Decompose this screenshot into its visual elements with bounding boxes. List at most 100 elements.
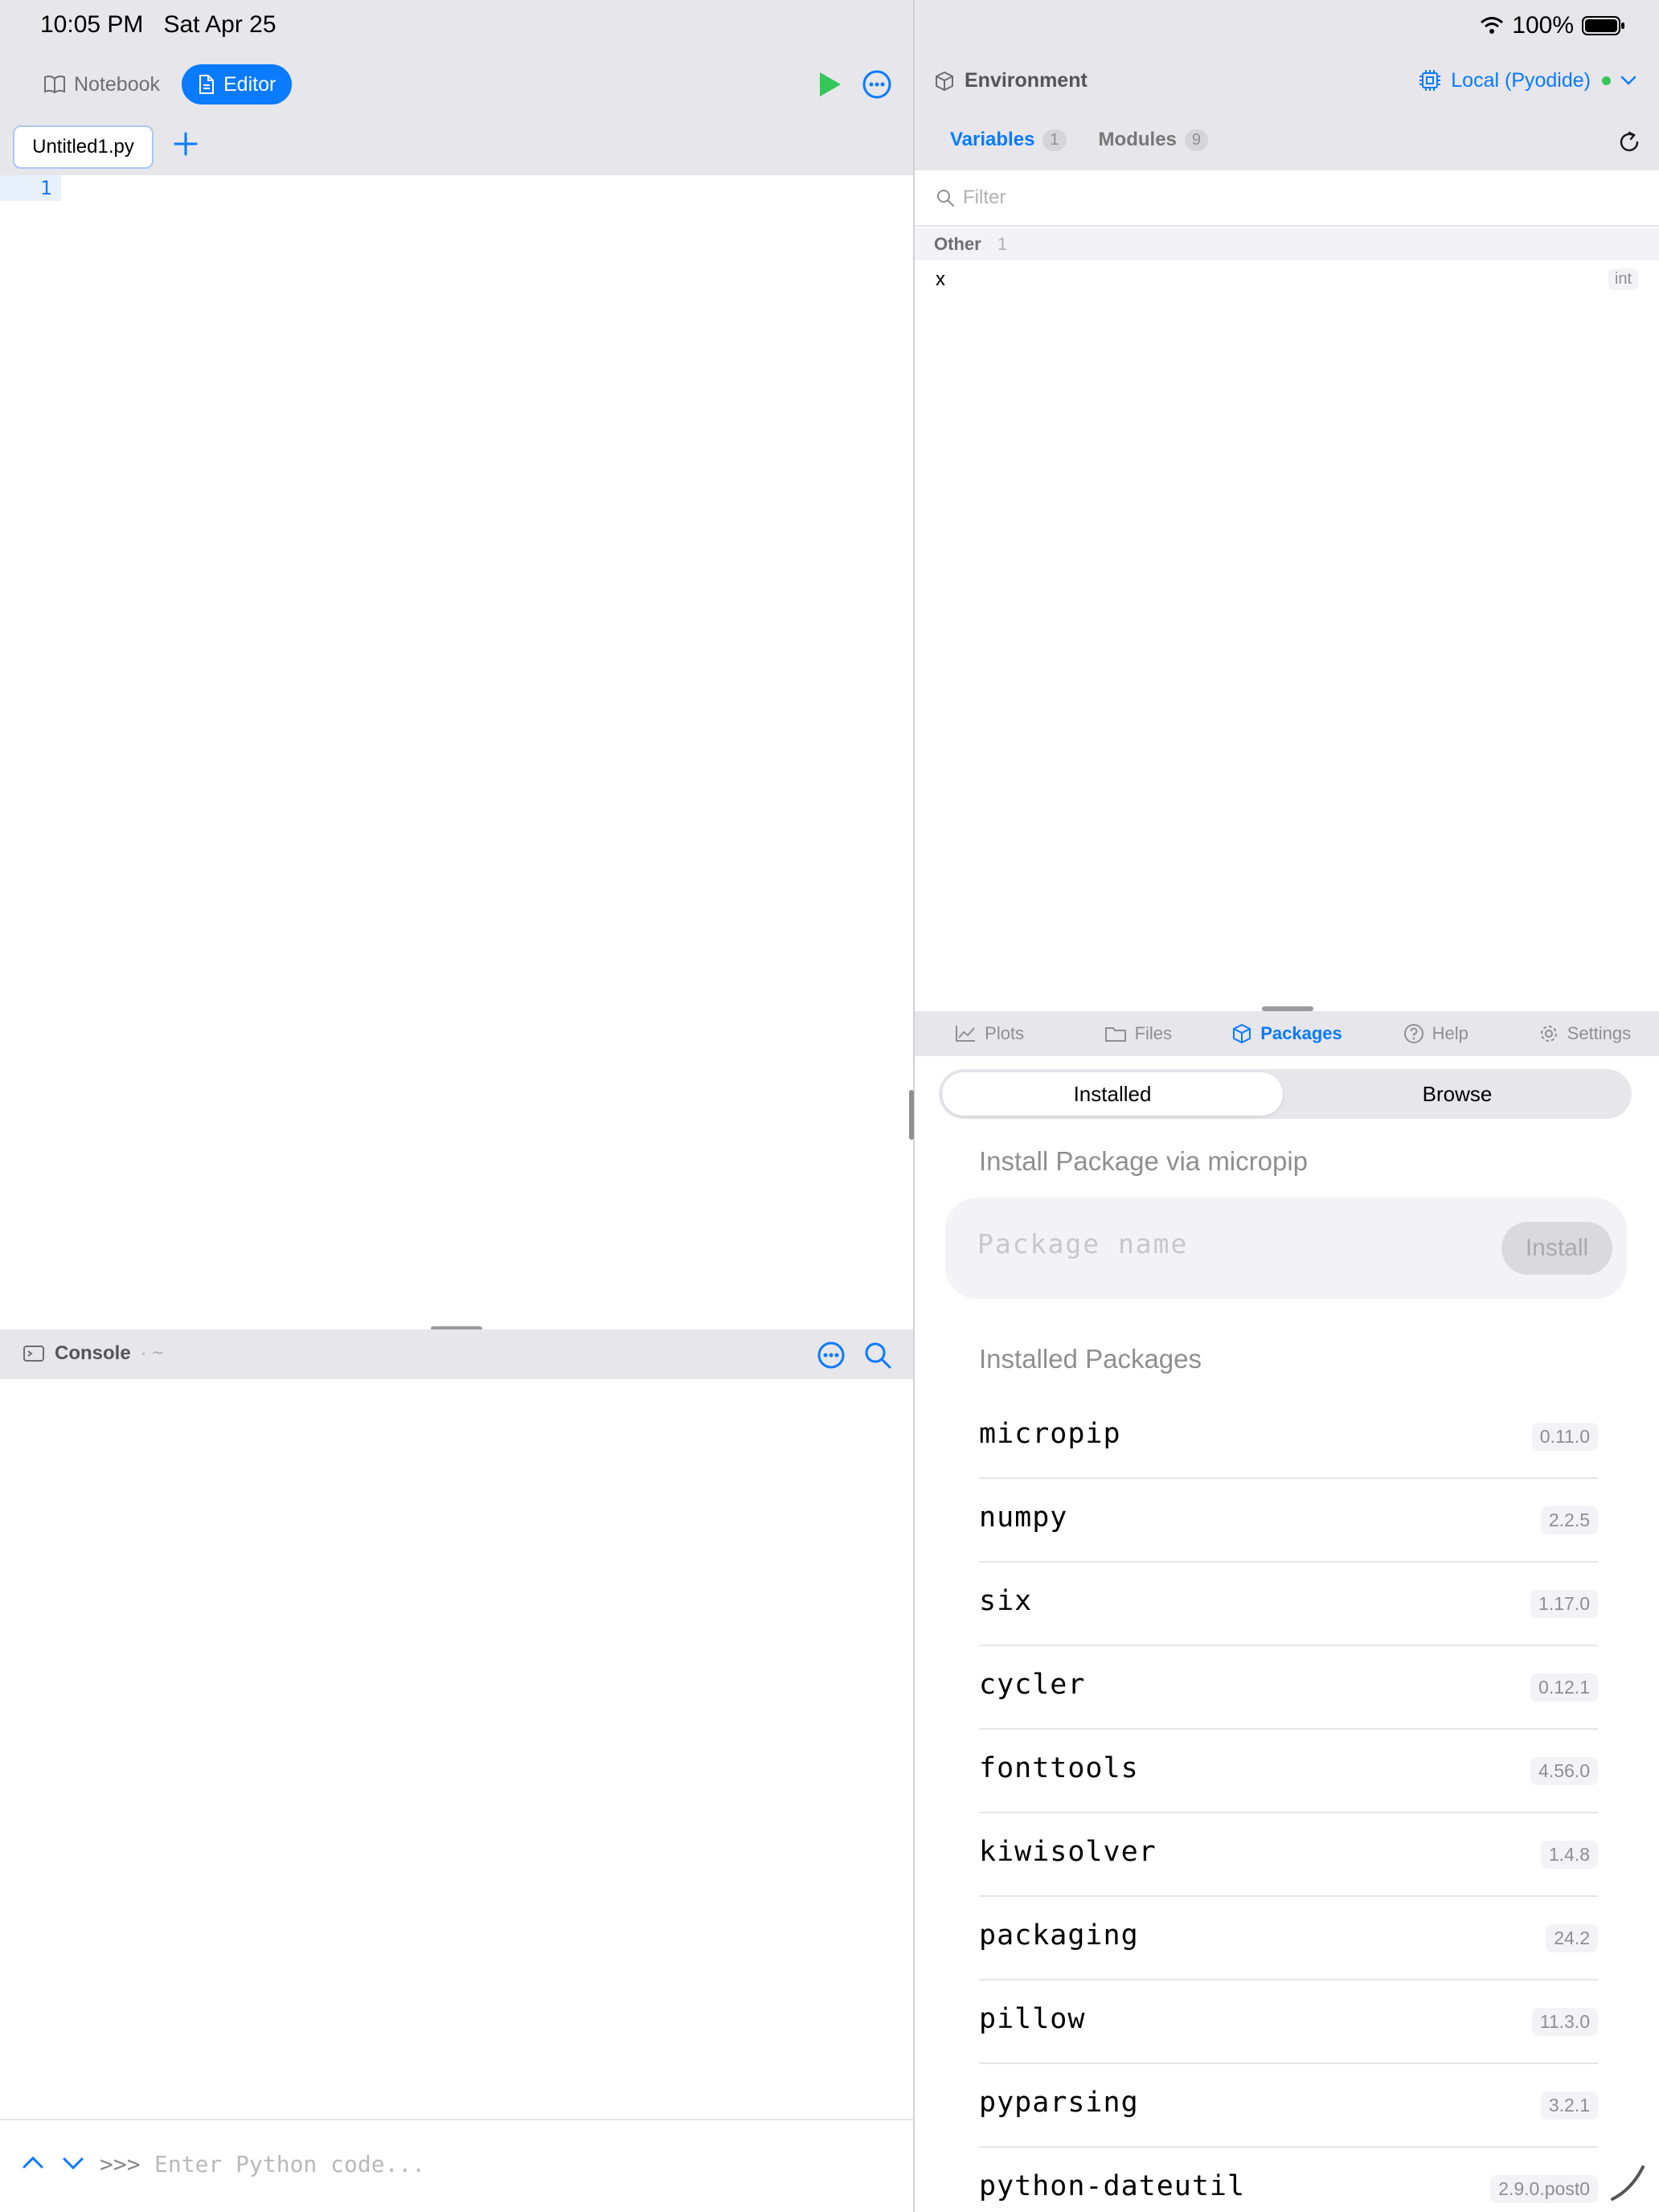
search-icon[interactable] bbox=[863, 1341, 892, 1370]
file-tab[interactable]: Untitled1.py bbox=[13, 125, 154, 169]
run-icon[interactable] bbox=[817, 71, 842, 98]
install-package-box: Package name Install bbox=[945, 1198, 1627, 1299]
package-row[interactable]: pyparsing 3.2.1 bbox=[979, 2064, 1598, 2148]
chart-icon bbox=[956, 1026, 976, 1042]
package-name: cycler bbox=[979, 1669, 1086, 1701]
console-output bbox=[0, 1379, 913, 2119]
help-icon bbox=[1403, 1024, 1423, 1043]
status-time: 10:05 PM Sat Apr 25 bbox=[40, 11, 276, 39]
package-name: pyparsing bbox=[979, 2087, 1139, 2119]
tab-packages-label: Packages bbox=[1260, 1023, 1342, 1043]
variable-type-badge: int bbox=[1608, 268, 1638, 290]
search-icon bbox=[937, 190, 954, 207]
package-version-badge: 0.11.0 bbox=[1531, 1423, 1598, 1451]
package-version-badge: 3.2.1 bbox=[1540, 2091, 1598, 2120]
variable-filter bbox=[915, 170, 1659, 227]
segment-installed[interactable]: Installed bbox=[942, 1072, 1283, 1116]
runtime-label: Local (Pyodide) bbox=[1451, 68, 1591, 92]
tab-modules-label: Modules bbox=[1098, 129, 1177, 150]
package-row[interactable]: six 1.17.0 bbox=[979, 1563, 1598, 1646]
status-indicators: 100% bbox=[1480, 11, 1625, 40]
package-row[interactable]: packaging 24.2 bbox=[979, 1897, 1598, 1981]
editor-mode-label: Editor bbox=[223, 72, 276, 96]
notebook-mode-button[interactable]: Notebook bbox=[27, 64, 176, 104]
folder-icon bbox=[1104, 1027, 1126, 1042]
environment-tabs: Variables 1 Modules 9 bbox=[950, 129, 1209, 151]
battery-percent: 100% bbox=[1512, 12, 1574, 39]
tab-modules-count: 9 bbox=[1184, 129, 1209, 151]
segment-browse[interactable]: Browse bbox=[1286, 1072, 1628, 1116]
console-prompt: >>> bbox=[100, 2151, 141, 2177]
status-time-text: 10:05 PM bbox=[40, 11, 144, 38]
install-button[interactable]: Install bbox=[1501, 1222, 1612, 1275]
console-input[interactable]: Enter Python code... bbox=[154, 2151, 425, 2177]
cube-icon bbox=[936, 71, 953, 91]
package-row[interactable]: pillow 11.3.0 bbox=[979, 1981, 1598, 2064]
code-editor[interactable]: 1 bbox=[0, 175, 913, 1326]
console-header: Console · ~ bbox=[0, 1329, 913, 1379]
tab-settings-label: Settings bbox=[1567, 1023, 1632, 1043]
tab-packages[interactable]: Packages bbox=[1212, 1011, 1361, 1056]
variable-row[interactable]: x int bbox=[915, 262, 1659, 299]
package-row[interactable]: kiwisolver 1.4.8 bbox=[979, 1813, 1598, 1897]
tab-variables[interactable]: Variables 1 bbox=[950, 129, 1067, 151]
tab-help[interactable]: Help bbox=[1362, 1011, 1510, 1056]
package-row[interactable]: cycler 0.12.1 bbox=[979, 1646, 1598, 1730]
editor-mode-button[interactable]: Editor bbox=[182, 64, 293, 104]
chevron-up-icon[interactable] bbox=[21, 2151, 45, 2175]
runtime-selector[interactable]: Local (Pyodide) bbox=[1417, 68, 1638, 93]
tab-plots[interactable]: Plots bbox=[915, 1011, 1063, 1056]
editor-pane: 10:05 PM Sat Apr 25 Notebook Editor Unti… bbox=[0, 0, 913, 2212]
tab-modules[interactable]: Modules 9 bbox=[1098, 129, 1209, 151]
book-icon bbox=[44, 75, 65, 94]
document-icon bbox=[199, 75, 214, 94]
tab-files[interactable]: Files bbox=[1063, 1011, 1212, 1056]
environment-title-text: Environment bbox=[965, 69, 1088, 92]
filter-input[interactable] bbox=[963, 182, 1622, 214]
package-version-badge: 1.17.0 bbox=[1530, 1590, 1598, 1618]
plus-icon[interactable] bbox=[172, 130, 199, 158]
current-line-gutter bbox=[0, 175, 61, 201]
package-name: six bbox=[979, 1585, 1033, 1617]
tab-settings[interactable]: Settings bbox=[1510, 1011, 1659, 1056]
package-version-badge: 11.3.0 bbox=[1531, 2008, 1598, 2036]
refresh-icon[interactable] bbox=[1617, 130, 1641, 154]
package-name: packaging bbox=[979, 1919, 1139, 1952]
console-subtitle: · ~ bbox=[140, 1342, 164, 1364]
package-icon bbox=[1233, 1023, 1251, 1044]
package-version-badge: 2.9.0.post0 bbox=[1490, 2175, 1598, 2203]
status-date-text: Sat Apr 25 bbox=[163, 11, 276, 38]
tab-help-label: Help bbox=[1432, 1023, 1469, 1043]
tab-plots-label: Plots bbox=[985, 1023, 1025, 1043]
package-name: python-dateutil bbox=[979, 2170, 1246, 2202]
variable-name: x bbox=[936, 268, 945, 290]
variable-group-header[interactable]: Other 1 bbox=[915, 228, 1659, 260]
package-version-badge: 24.2 bbox=[1546, 1924, 1598, 1952]
tab-variables-label: Variables bbox=[950, 129, 1035, 150]
console-title-text: Console bbox=[55, 1342, 131, 1364]
environment-pane: 100% Environment Local (Pyodide) Variabl… bbox=[915, 0, 1659, 2212]
package-row[interactable]: fonttools 4.56.0 bbox=[979, 1730, 1598, 1813]
package-row[interactable]: micropip 0.11.0 bbox=[979, 1395, 1598, 1479]
runtime-status-dot bbox=[1602, 76, 1611, 85]
installed-package-list: micropip 0.11.0 numpy 2.2.5 six 1.17.0 cycler 0… bbox=[979, 1395, 1598, 2212]
chevron-down-icon[interactable] bbox=[61, 2151, 85, 2175]
environment-title: Environment bbox=[934, 69, 1088, 92]
editor-toolbar: Notebook Editor bbox=[0, 51, 913, 116]
package-row[interactable]: python-dateutil 2.9.0.post0 bbox=[979, 2148, 1598, 2212]
gear-icon bbox=[1540, 1026, 1557, 1042]
package-row[interactable]: numpy 2.2.5 bbox=[979, 1479, 1598, 1563]
terminal-icon bbox=[23, 1346, 44, 1362]
packages-segmented-control: Installed Browse bbox=[939, 1069, 1632, 1119]
pane-resize-handle[interactable] bbox=[909, 1090, 914, 1140]
chevron-down-icon bbox=[1620, 76, 1636, 85]
console-input-bar: >>> Enter Python code... bbox=[0, 2119, 913, 2212]
line-number: 1 bbox=[40, 177, 52, 199]
package-name: pillow bbox=[979, 2003, 1086, 2035]
package-version-badge: 0.12.1 bbox=[1530, 1673, 1598, 1702]
console-more-icon[interactable] bbox=[817, 1341, 846, 1370]
package-name-input[interactable]: Package name bbox=[977, 1228, 1460, 1260]
console-title: Console · ~ bbox=[23, 1342, 163, 1365]
more-options-icon[interactable] bbox=[862, 69, 892, 100]
group-label: Other bbox=[934, 234, 981, 254]
